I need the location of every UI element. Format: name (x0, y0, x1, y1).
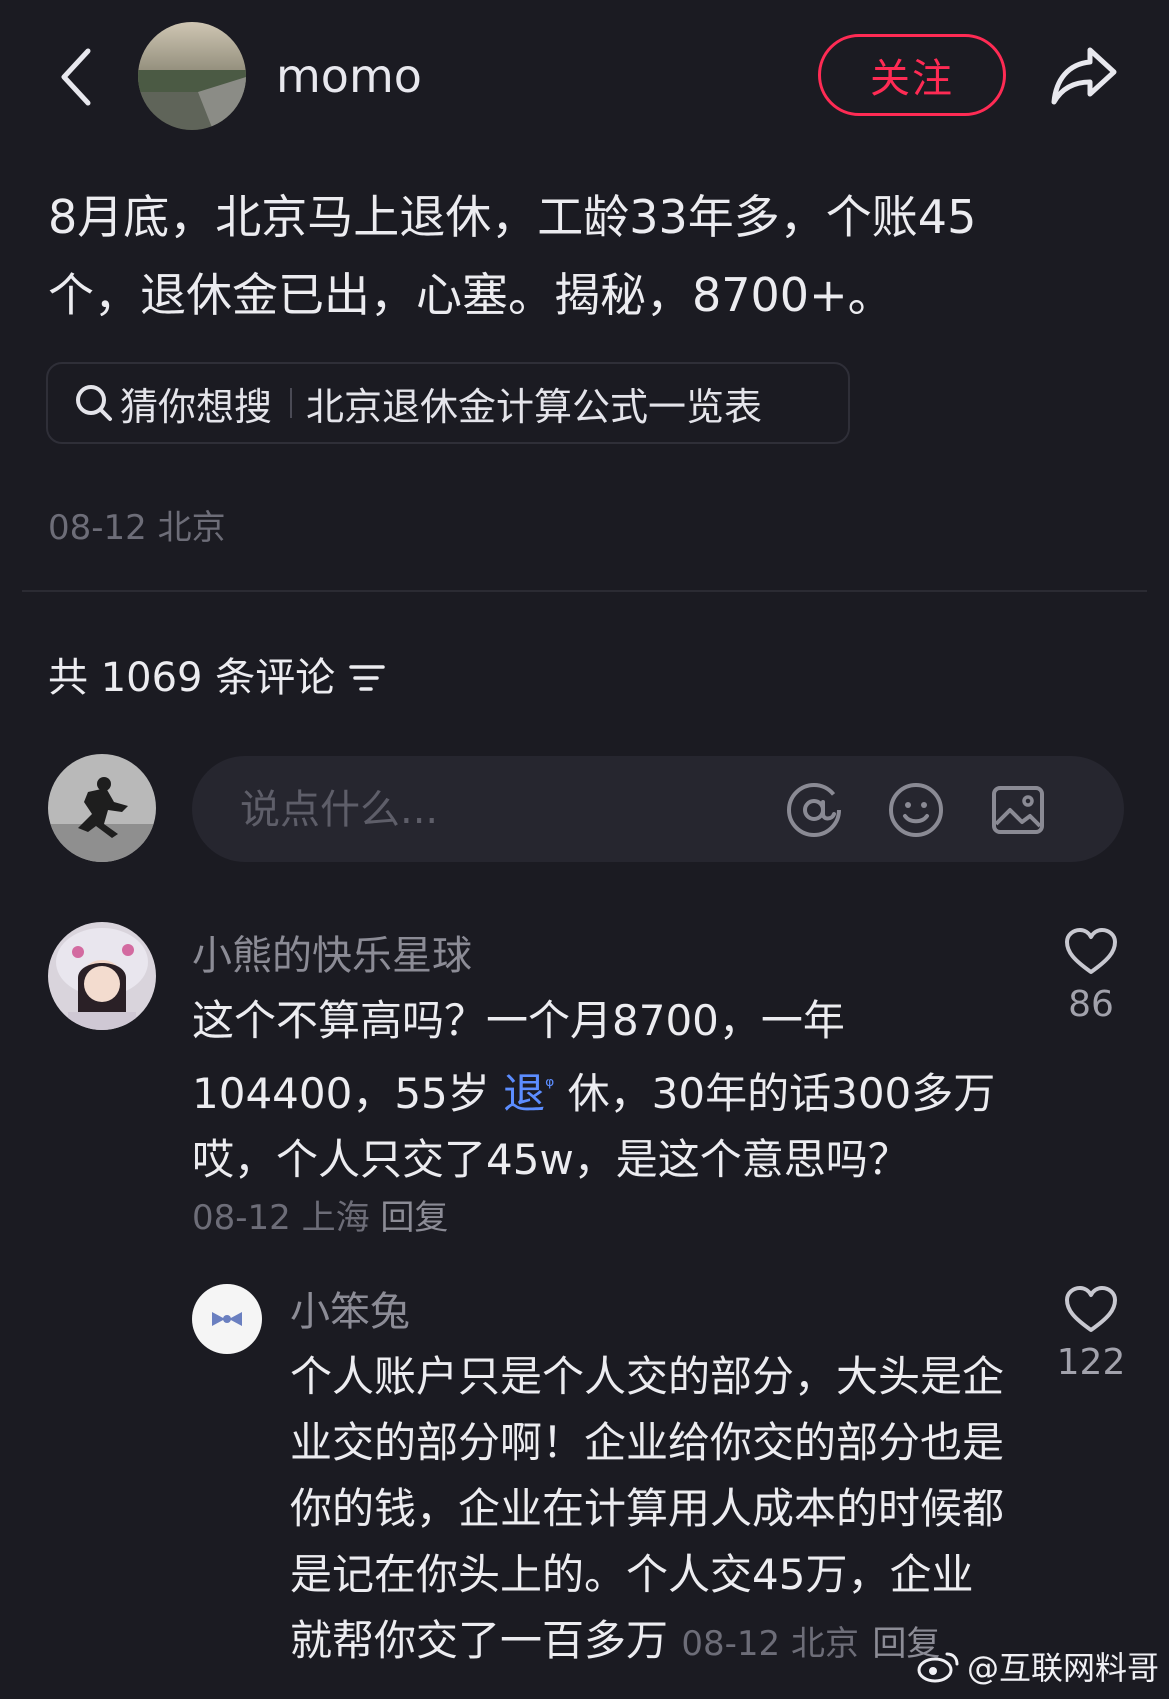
comment-date-location: 08-12 上海 (192, 1198, 370, 1238)
comment-text: 个人账户只是个人交的部分，大头是企 业交的部分啊！企业给你交的部分也是 你的钱，… (290, 1344, 1030, 1677)
divider (22, 590, 1147, 592)
author-name[interactable]: momo (276, 44, 422, 108)
commenter-avatar[interactable] (48, 922, 156, 1030)
like-count: 86 (1068, 984, 1114, 1025)
image-icon[interactable] (988, 780, 1048, 840)
comment-input[interactable]: 说点什么... (192, 756, 1124, 862)
comment-count: 共 1069 条评论 (48, 655, 336, 701)
commenter-avatar[interactable] (192, 1284, 262, 1354)
post-text-line: 8月底，北京马上退休，工龄33年多，个账45 (48, 190, 977, 244)
comment-line: 是记在你头上的。个人交45万，企业 (290, 1550, 974, 1599)
keyword-search-icon: ᵠ (545, 1074, 555, 1099)
reply-button[interactable]: 回复 (380, 1198, 448, 1238)
comment-meta: 08-12 上海 回复 (192, 1194, 448, 1242)
comments-header: 共 1069 条评论 (48, 650, 385, 706)
emoji-icon[interactable] (886, 780, 946, 840)
share-icon (1051, 47, 1117, 105)
share-button[interactable] (1048, 42, 1120, 108)
watermark-text: @互联网料哥 (966, 1649, 1159, 1687)
search-query: 北京退休金计算公式一览表 (306, 384, 763, 429)
post-text: 8月底，北京马上退休，工龄33年多，个账45 个，退休金已出，心塞。揭秘，870… (48, 178, 1108, 334)
commenter-name[interactable]: 小熊的快乐星球 (192, 928, 472, 984)
mention-icon[interactable] (784, 780, 844, 840)
sort-filter-icon[interactable] (349, 663, 385, 693)
search-icon (76, 385, 112, 421)
my-avatar[interactable] (48, 754, 156, 862)
like-button[interactable]: 86 (1046, 928, 1136, 1025)
weibo-logo-icon (917, 1652, 959, 1683)
search-prefix: 猜你想搜 (120, 384, 273, 429)
comment-input-placeholder: 说点什么... (240, 787, 439, 833)
comment-line: 这个不算高吗？一个月8700，一年 (192, 996, 845, 1045)
like-count: 122 (1056, 1342, 1126, 1383)
search-keyword-link[interactable]: 退ᵠ (503, 1069, 554, 1118)
heart-icon (1065, 928, 1117, 974)
comment-line: 业交的部分啊！企业给你交的部分也是 (290, 1418, 1005, 1467)
chevron-left-icon (61, 48, 91, 106)
comment-line-part: 104400，55岁 (192, 1069, 504, 1118)
chip-divider (290, 388, 293, 418)
comment-line-part: 就帮你交了一百多万 (290, 1616, 669, 1665)
post-text-line: 个，退休金已出，心塞。揭秘，8700+。 (48, 268, 894, 322)
comment-date-location: 08-12 北京 (681, 1624, 859, 1664)
back-button[interactable] (50, 42, 100, 112)
commenter-name[interactable]: 小笨兔 (290, 1284, 410, 1340)
comment-line: 104400，55岁 退ᵠ 休，30年的话300多万 (192, 1054, 1042, 1127)
author-avatar[interactable] (138, 22, 246, 130)
heart-icon (1065, 1286, 1117, 1332)
comment-line-part: 休，30年的话300多万 (554, 1069, 996, 1118)
keyword-text: 退 (503, 1069, 546, 1118)
comment-line: 个人账户只是个人交的部分，大头是企 (290, 1352, 1005, 1401)
suggested-search-chip[interactable]: 猜你想搜 北京退休金计算公式一览表 (46, 362, 850, 444)
comment-text: 这个不算高吗？一个月8700，一年 104400，55岁 退ᵠ 休，30年的话3… (192, 988, 1042, 1193)
post-date-location: 08-12 北京 (48, 508, 226, 548)
follow-button[interactable]: 关注 (818, 34, 1006, 116)
watermark: @互联网料哥 (917, 1643, 1159, 1689)
comment-line: 哎，个人只交了45w，是这个意思吗？ (192, 1135, 910, 1184)
comment-line: 你的钱，企业在计算用人成本的时候都 (290, 1484, 1005, 1533)
like-button[interactable]: 122 (1046, 1286, 1136, 1383)
